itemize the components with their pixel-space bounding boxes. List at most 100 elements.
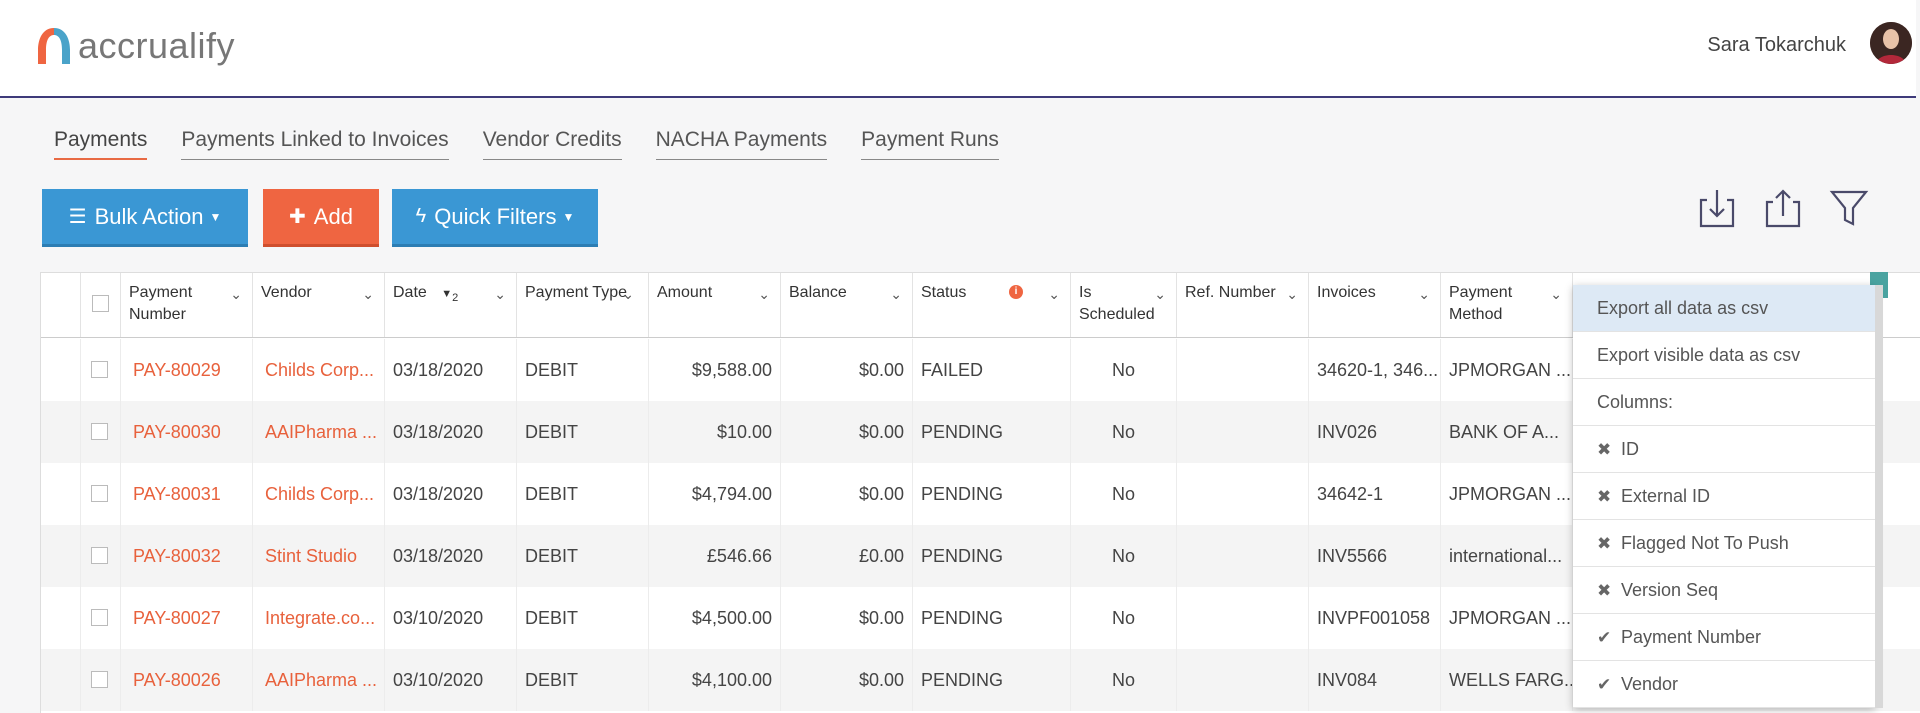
vendor-link[interactable]: Childs Corp...: [253, 463, 385, 525]
chevron-down-icon[interactable]: ⌄: [230, 283, 242, 305]
row-checkbox[interactable]: [91, 361, 108, 378]
chevron-down-icon[interactable]: ⌄: [494, 283, 506, 305]
balance-cell: $0.00: [781, 339, 913, 401]
col-header-is-scheduled[interactable]: Is Scheduled ⌄: [1071, 273, 1177, 337]
column-toggle-id[interactable]: ✖ ID: [1573, 426, 1875, 473]
column-toggle-label: Version Seq: [1621, 580, 1719, 600]
payment-number-link[interactable]: PAY-80027: [121, 587, 253, 649]
download-icon[interactable]: [1697, 188, 1737, 228]
chevron-down-icon[interactable]: ⌄: [890, 283, 902, 305]
check-icon: ✔: [1597, 675, 1612, 694]
user-avatar[interactable]: [1870, 22, 1912, 64]
export-visible-csv-item[interactable]: Export visible data as csv: [1573, 332, 1875, 379]
chevron-down-icon[interactable]: ⌄: [1550, 283, 1562, 305]
date-cell: 03/10/2020: [385, 587, 517, 649]
col-label: Vendor: [261, 284, 312, 301]
chevron-down-icon[interactable]: ⌄: [1418, 283, 1430, 305]
vendor-link[interactable]: Integrate.co...: [253, 587, 385, 649]
column-toggle-external-id[interactable]: ✖ External ID: [1573, 473, 1875, 520]
payment-number-link[interactable]: PAY-80029: [121, 339, 253, 401]
tab-payments-linked-to-invoices[interactable]: Payments Linked to Invoices: [181, 128, 449, 160]
plus-icon: ✚: [289, 206, 306, 228]
row-select-cell: [81, 649, 121, 711]
ref-number-cell: [1177, 649, 1309, 711]
row-checkbox[interactable]: [91, 671, 108, 688]
col-header-vendor[interactable]: Vendor ⌄: [253, 273, 385, 337]
upload-icon[interactable]: [1763, 188, 1803, 228]
col-header-ref-number[interactable]: Ref. Number ⌄: [1177, 273, 1309, 337]
row-handle: [41, 525, 81, 587]
chevron-down-icon[interactable]: ⌄: [1286, 283, 1298, 305]
tab-payment-runs[interactable]: Payment Runs: [861, 128, 999, 160]
column-toggle-vendor[interactable]: ✔ Vendor: [1573, 661, 1875, 708]
user-name[interactable]: Sara Tokarchuk: [1707, 34, 1846, 57]
row-handle-header: [41, 273, 81, 337]
row-select-cell: [81, 587, 121, 649]
col-header-invoices[interactable]: Invoices ⌄: [1309, 273, 1441, 337]
chevron-down-icon[interactable]: ⌄: [758, 283, 770, 305]
vendor-link[interactable]: AAIPharma ...: [253, 401, 385, 463]
info-icon[interactable]: i: [1009, 285, 1023, 299]
ref-number-cell: [1177, 587, 1309, 649]
col-header-balance[interactable]: Balance ⌄: [781, 273, 913, 337]
is-scheduled-cell: No: [1071, 463, 1177, 525]
payment-type-cell: DEBIT: [517, 525, 649, 587]
payment-number-link[interactable]: PAY-80031: [121, 463, 253, 525]
tab-nacha-payments[interactable]: NACHA Payments: [655, 128, 828, 160]
caret-down-icon: ▼: [209, 209, 222, 224]
add-button[interactable]: ✚ Add: [263, 189, 379, 247]
column-toggle-version-seq[interactable]: ✖ Version Seq: [1573, 567, 1875, 614]
select-all-checkbox[interactable]: [92, 295, 109, 312]
tab-vendor-credits[interactable]: Vendor Credits: [482, 128, 622, 160]
amount-cell: £546.66: [649, 525, 781, 587]
chevron-down-icon[interactable]: ⌄: [622, 283, 634, 305]
check-icon: ✔: [1597, 628, 1612, 647]
chevron-down-icon[interactable]: ⌄: [362, 283, 374, 305]
tab-payments[interactable]: Payments: [54, 128, 148, 160]
payment-number-link[interactable]: PAY-80026: [121, 649, 253, 711]
menu-scrollbar[interactable]: [1875, 285, 1883, 708]
payment-type-cell: DEBIT: [517, 463, 649, 525]
column-toggle-label: Flagged Not To Push: [1621, 533, 1789, 553]
chevron-down-icon[interactable]: ⌄: [1048, 283, 1060, 305]
bulk-action-button[interactable]: ☰ Bulk Action ▼: [42, 189, 248, 247]
vendor-link[interactable]: Childs Corp...: [253, 339, 385, 401]
col-label: Amount: [657, 284, 713, 301]
col-header-payment-type[interactable]: Payment Type ⌄: [517, 273, 649, 337]
row-checkbox[interactable]: [91, 547, 108, 564]
row-checkbox[interactable]: [91, 609, 108, 626]
column-toggle-label: Vendor: [1621, 674, 1679, 694]
col-label: Balance: [789, 284, 847, 301]
balance-cell: $0.00: [781, 649, 913, 711]
col-header-status[interactable]: Status i ⌄: [913, 273, 1071, 337]
payment-method-cell: JPMORGAN ...: [1441, 587, 1573, 649]
col-header-payment-number[interactable]: Payment Number ⌄: [121, 273, 253, 337]
status-cell: PENDING: [913, 649, 1071, 711]
vendor-link[interactable]: AAIPharma ...: [253, 649, 385, 711]
date-cell: 03/18/2020: [385, 401, 517, 463]
column-toggle-flagged-not-to-push[interactable]: ✖ Flagged Not To Push: [1573, 520, 1875, 567]
col-label: Date: [393, 284, 427, 301]
vendor-link[interactable]: Stint Studio: [253, 525, 385, 587]
app-logo[interactable]: accrualify: [34, 24, 235, 68]
payment-number-link[interactable]: PAY-80032: [121, 525, 253, 587]
column-toggle-payment-number[interactable]: ✔ Payment Number: [1573, 614, 1875, 661]
column-toggle-label: Payment Number: [1621, 627, 1762, 647]
payment-number-link[interactable]: PAY-80030: [121, 401, 253, 463]
quick-filters-label: Quick Filters: [434, 203, 557, 229]
row-checkbox[interactable]: [91, 423, 108, 440]
chevron-down-icon[interactable]: ⌄: [1154, 283, 1166, 305]
column-toggle-label: External ID: [1621, 486, 1711, 506]
amount-cell: $4,794.00: [649, 463, 781, 525]
col-header-date[interactable]: Date ▼2 ⌄: [385, 273, 517, 337]
col-header-payment-method[interactable]: Payment Method ⌄: [1441, 273, 1573, 337]
col-header-amount[interactable]: Amount ⌄: [649, 273, 781, 337]
filter-icon[interactable]: [1829, 188, 1869, 228]
columns-section-label: Columns:: [1573, 379, 1875, 426]
export-all-csv-item[interactable]: Export all data as csv: [1573, 285, 1875, 332]
col-label: Payment Number: [129, 284, 193, 323]
row-checkbox[interactable]: [91, 485, 108, 502]
col-label: Ref. Number: [1185, 284, 1276, 301]
x-icon: ✖: [1597, 581, 1612, 600]
quick-filters-button[interactable]: ϟ Quick Filters ▼: [392, 189, 598, 247]
